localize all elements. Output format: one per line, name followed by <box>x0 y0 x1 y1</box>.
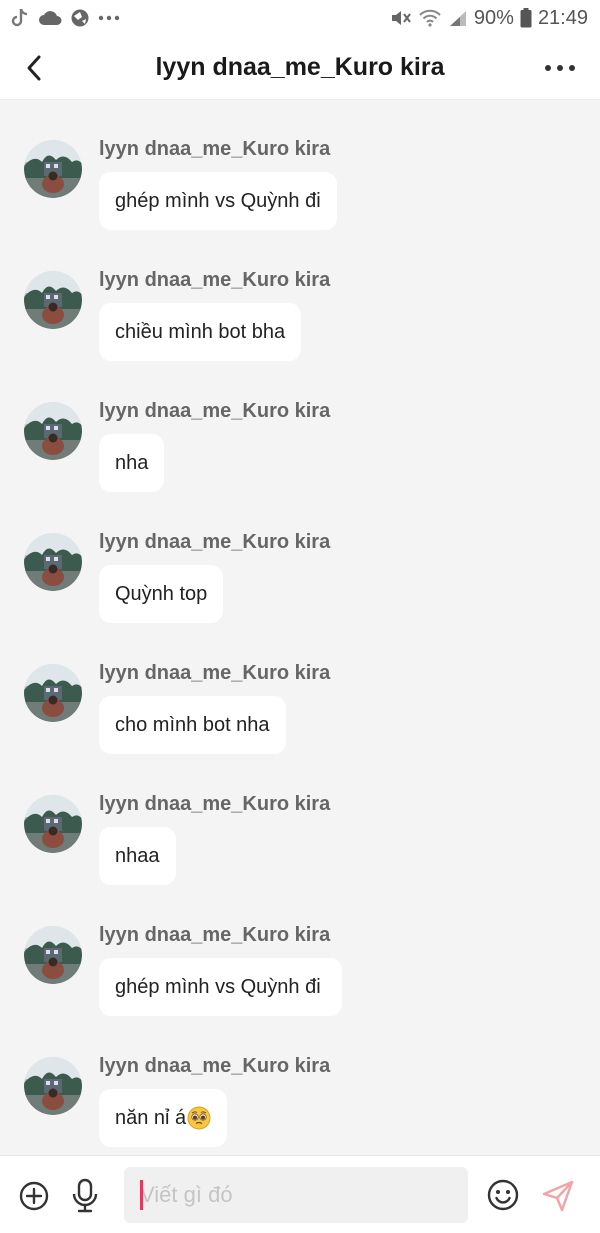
sender-name: lyyn dnaa_me_Kuro kira <box>99 793 331 815</box>
message-item[interactable]: lyyn dnaa_me_Kuro kira ghép mình vs Quỳnh… <box>0 924 600 1046</box>
emoji-button[interactable] <box>486 1178 520 1212</box>
message-bubble[interactable]: nhaa <box>99 827 176 885</box>
battery-percent: 90% <box>473 6 514 29</box>
send-icon <box>542 1180 574 1212</box>
avatar-image <box>24 1057 82 1115</box>
message-text: ghép mình vs Quỳnh đi <box>115 975 327 998</box>
text-cursor <box>140 1180 143 1210</box>
message-composer <box>0 1155 600 1233</box>
send-button[interactable] <box>540 1178 576 1214</box>
sender-name: lyyn dnaa_me_Kuro kira <box>99 1055 331 1077</box>
avatar-image <box>24 271 82 329</box>
message-bubble[interactable]: năn nỉ á <box>99 1089 228 1147</box>
avatar[interactable] <box>24 140 82 198</box>
message-list[interactable]: lyyn dnaa_me_Kuro kira ghép mình vs Quỳnh… <box>0 100 600 1155</box>
message-bubble[interactable]: ghép mình vs Quỳnh đi <box>99 172 337 230</box>
avatar[interactable] <box>24 271 82 329</box>
status-bar: 90% 21:49 <box>0 0 600 36</box>
message-bubble[interactable]: cho mình bot nha <box>99 696 286 754</box>
sender-name: lyyn dnaa_me_Kuro kira <box>99 138 331 160</box>
message-text: ghép mình vs Quỳnh đi <box>115 189 321 212</box>
smiley-icon <box>487 1179 519 1211</box>
avatar-image <box>24 533 82 591</box>
avatar[interactable] <box>24 1057 82 1115</box>
status-left <box>10 7 120 29</box>
more-options-button[interactable] <box>540 48 580 88</box>
pleading-face-emoji-icon <box>187 1106 211 1130</box>
cloud-icon <box>38 10 62 26</box>
message-bubble[interactable]: Quỳnh top <box>99 565 224 623</box>
sender-name: lyyn dnaa_me_Kuro kira <box>99 269 331 291</box>
message-bubble[interactable]: nha <box>99 434 165 492</box>
avatar[interactable] <box>24 926 82 984</box>
sender-name: lyyn dnaa_me_Kuro kira <box>99 400 331 422</box>
message-item[interactable]: lyyn dnaa_me_Kuro kira ghép mình vs Quỳnh… <box>0 138 600 260</box>
avatar[interactable] <box>24 664 82 722</box>
sender-name: lyyn dnaa_me_Kuro kira <box>99 662 331 684</box>
plus-circle-icon <box>19 1181 49 1211</box>
signal-icon <box>448 9 468 27</box>
avatar[interactable] <box>24 795 82 853</box>
wifi-icon <box>418 8 442 28</box>
message-input[interactable] <box>124 1167 468 1223</box>
back-button[interactable] <box>16 48 52 88</box>
back-icon <box>27 55 41 81</box>
more-icon <box>545 65 575 71</box>
message-bubble[interactable]: chiều mình bot bha <box>99 303 302 361</box>
avatar[interactable] <box>24 533 82 591</box>
message-bubble[interactable]: ghép mình vs Quỳnh đi <box>99 958 343 1016</box>
more-dots-icon <box>98 15 120 21</box>
page-title: lyyn dnaa_me_Kuro kira <box>155 53 445 81</box>
avatar-image <box>24 795 82 853</box>
message-text: nhaa <box>115 844 160 867</box>
avatar-image <box>24 664 82 722</box>
message-text: Quỳnh top <box>115 582 208 605</box>
add-attachment-button[interactable] <box>18 1180 50 1212</box>
message-text: cho mình bot nha <box>115 713 270 736</box>
vpn-icon <box>70 8 90 28</box>
message-text: năn nỉ á <box>115 1106 187 1129</box>
message-item[interactable]: lyyn dnaa_me_Kuro kira năn nỉ á <box>0 1055 600 1155</box>
microphone-icon <box>72 1178 98 1213</box>
chat-header: lyyn dnaa_me_Kuro kira <box>0 36 600 100</box>
battery-icon <box>520 8 532 28</box>
tiktok-icon <box>10 7 30 29</box>
avatar-image <box>24 402 82 460</box>
voice-message-button[interactable] <box>70 1178 100 1214</box>
status-right: 90% 21:49 <box>390 7 588 30</box>
message-item[interactable]: lyyn dnaa_me_Kuro kira cho mình bot nha <box>0 662 600 784</box>
mute-icon <box>390 8 412 28</box>
avatar-image <box>24 926 82 984</box>
message-text: chiều mình bot bha <box>115 320 286 343</box>
sender-name: lyyn dnaa_me_Kuro kira <box>99 924 331 946</box>
message-item[interactable]: lyyn dnaa_me_Kuro kira Quỳnh top <box>0 531 600 653</box>
sender-name: lyyn dnaa_me_Kuro kira <box>99 531 331 553</box>
avatar[interactable] <box>24 402 82 460</box>
avatar-image <box>24 140 82 198</box>
message-text: nha <box>115 451 149 474</box>
clock: 21:49 <box>537 6 588 29</box>
message-item[interactable]: lyyn dnaa_me_Kuro kira chiều mình bot bha <box>0 269 600 391</box>
message-item[interactable]: lyyn dnaa_me_Kuro kira nhaa <box>0 793 600 915</box>
message-item[interactable]: lyyn dnaa_me_Kuro kira nha <box>0 400 600 522</box>
